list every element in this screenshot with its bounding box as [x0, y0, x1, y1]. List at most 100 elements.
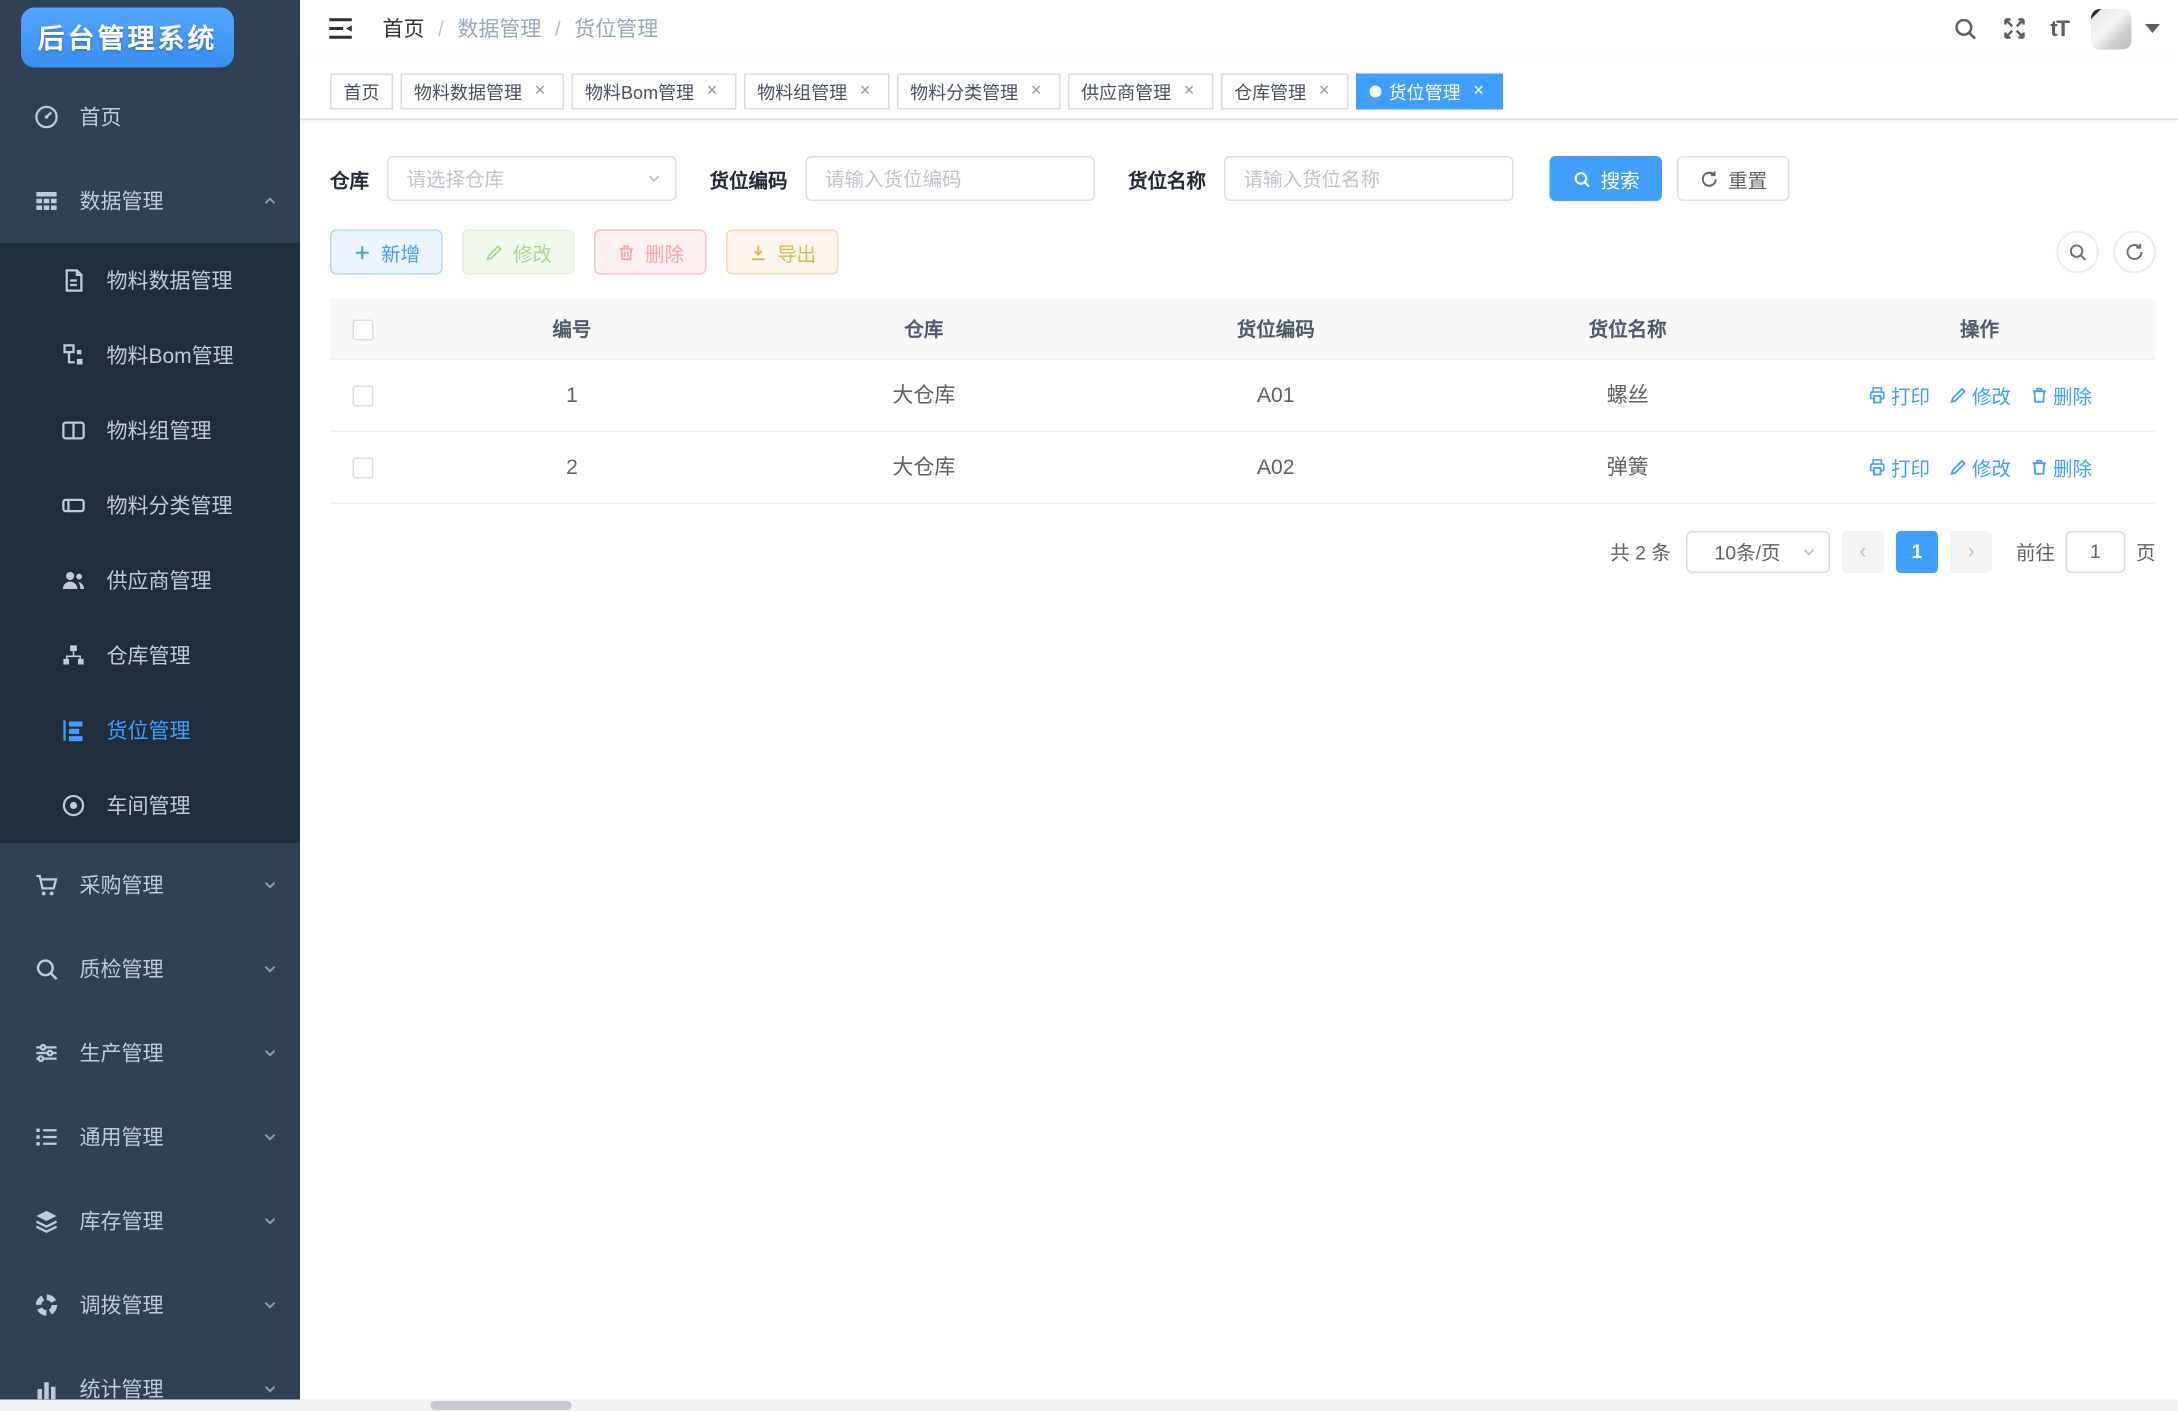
cart-icon [33, 872, 60, 899]
data-table: 编号 仓库 货位编码 货位名称 操作 1 大仓库 A01 螺丝 [330, 299, 2156, 504]
breadcrumb-data-management[interactable]: 数据管理 [457, 14, 541, 44]
cell-id: 1 [396, 359, 748, 431]
location-name-input[interactable] [1224, 156, 1514, 201]
tab-close-icon[interactable]: × [1179, 81, 1200, 102]
print-link-label: 打印 [1891, 452, 1930, 481]
toggle-search-button[interactable] [2057, 231, 2099, 273]
tab-close-icon[interactable]: × [1314, 81, 1335, 102]
tab-material-data[interactable]: 物料数据管理 × [401, 74, 565, 110]
sidebar-item-label: 库存管理 [80, 1206, 262, 1236]
caret-down-icon[interactable] [2145, 24, 2160, 33]
select-all-checkbox[interactable] [353, 319, 374, 340]
add-button[interactable]: 新增 [330, 230, 443, 275]
sidebar-item-material-data[interactable]: 物料数据管理 [0, 243, 300, 318]
next-page-button[interactable]: › [1950, 530, 1992, 572]
chevron-down-icon [261, 876, 279, 894]
chevron-down-icon [261, 1212, 279, 1230]
sidebar-item-material-group[interactable]: 物料组管理 [0, 393, 300, 468]
grid-icon [33, 188, 60, 215]
delete-button[interactable]: 删除 [594, 230, 707, 275]
tab-material-group[interactable]: 物料组管理 × [744, 74, 890, 110]
bom-tree-icon [60, 342, 87, 369]
page-unit-label: 页 [2136, 537, 2156, 566]
toolbar-right [2057, 231, 2156, 273]
warehouse-label: 仓库 [330, 164, 369, 193]
user-avatar[interactable] [2091, 8, 2132, 49]
sidebar-item-material-bom[interactable]: 物料Bom管理 [0, 318, 300, 393]
sidebar-item-label: 货位管理 [107, 716, 301, 746]
search-button[interactable]: 搜索 [1550, 156, 1663, 201]
circle-dot-icon [60, 792, 87, 819]
row-edit-link[interactable]: 修改 [1948, 380, 2011, 409]
tab-label: 仓库管理 [1234, 79, 1306, 105]
tab-label: 首页 [344, 79, 380, 105]
page-number-1[interactable]: 1 [1896, 530, 1938, 572]
sidebar-item-label: 供应商管理 [107, 566, 301, 596]
tab-material-category[interactable]: 物料分类管理 × [897, 74, 1061, 110]
sidebar-item-storage-location[interactable]: 货位管理 [0, 693, 300, 768]
tab-label: 供应商管理 [1081, 79, 1171, 105]
table-toolbar: 新增 修改 删除 导出 [330, 230, 2156, 275]
sidebar-item-workshop[interactable]: 车间管理 [0, 768, 300, 843]
app-window: 后台管理系统 首页 数据管理 物料数据管理 物料Bom管理 物料组管理 [0, 0, 2178, 1411]
print-link[interactable]: 打印 [1867, 452, 1930, 481]
prev-page-button[interactable]: ‹ [1842, 530, 1884, 572]
sidebar-item-home[interactable]: 首页 [0, 75, 300, 159]
cell-code: A02 [1100, 431, 1452, 503]
export-button[interactable]: 导出 [726, 230, 839, 275]
refresh-table-button[interactable] [2114, 231, 2156, 273]
tab-material-bom[interactable]: 物料Bom管理 × [572, 74, 737, 110]
add-button-label: 新增 [381, 238, 420, 267]
sidebar-item-warehouse[interactable]: 仓库管理 [0, 618, 300, 693]
row-edit-link[interactable]: 修改 [1948, 452, 2011, 481]
page-content: 仓库 货位编码 货位名称 搜索 重 [300, 120, 2178, 1411]
tab-close-icon[interactable]: × [702, 81, 723, 102]
tab-storage-location[interactable]: 货位管理 × [1356, 74, 1503, 110]
location-code-input[interactable] [806, 156, 1096, 201]
row-edit-label: 修改 [1972, 452, 2011, 481]
location-code-label: 货位编码 [710, 164, 788, 193]
tab-close-icon[interactable]: × [1468, 81, 1489, 102]
page-size-select[interactable]: 10条/页 [1686, 530, 1830, 572]
layers-icon [33, 1208, 60, 1235]
tab-close-icon[interactable]: × [530, 81, 551, 102]
menu-fold-icon[interactable] [326, 14, 356, 44]
font-size-icon[interactable]: tT [2050, 16, 2068, 42]
delete-button-label: 删除 [645, 238, 684, 267]
row-checkbox[interactable] [353, 458, 374, 479]
sidebar-item-transfer[interactable]: 调拨管理 [0, 1263, 300, 1347]
sidebar-item-inventory[interactable]: 库存管理 [0, 1179, 300, 1263]
column-header-id: 编号 [396, 299, 748, 359]
edit-button[interactable]: 修改 [462, 230, 575, 275]
users-icon [60, 567, 87, 594]
breadcrumb-home[interactable]: 首页 [383, 14, 425, 44]
warehouse-select[interactable] [387, 156, 677, 201]
tab-close-icon[interactable]: × [855, 81, 876, 102]
header-search-icon[interactable] [1951, 15, 1978, 42]
sidebar-item-production[interactable]: 生产管理 [0, 1011, 300, 1095]
scrollbar-thumb[interactable] [431, 1401, 572, 1410]
sidebar-item-purchase[interactable]: 采购管理 [0, 843, 300, 927]
card-icon [60, 492, 87, 519]
sidebar-item-material-category[interactable]: 物料分类管理 [0, 468, 300, 543]
reset-button[interactable]: 重置 [1677, 156, 1790, 201]
table-row: 1 大仓库 A01 螺丝 打印 [330, 359, 2156, 431]
tab-home[interactable]: 首页 [330, 74, 393, 110]
tab-warehouse[interactable]: 仓库管理 × [1221, 74, 1349, 110]
goto-page-input[interactable] [2065, 530, 2125, 572]
chevron-down-icon [261, 1128, 279, 1146]
sidebar-item-general[interactable]: 通用管理 [0, 1095, 300, 1179]
pencil-icon [1948, 457, 1968, 477]
dashboard-icon [33, 104, 60, 131]
tab-supplier[interactable]: 供应商管理 × [1068, 74, 1214, 110]
print-link[interactable]: 打印 [1867, 380, 1930, 409]
sidebar-item-supplier[interactable]: 供应商管理 [0, 543, 300, 618]
tab-close-icon[interactable]: × [1026, 81, 1047, 102]
sidebar-item-label: 车间管理 [107, 791, 301, 821]
row-checkbox[interactable] [353, 386, 374, 407]
row-delete-link[interactable]: 删除 [2029, 452, 2092, 481]
fullscreen-icon[interactable] [2001, 15, 2028, 42]
row-delete-link[interactable]: 删除 [2029, 380, 2092, 409]
sidebar-item-quality[interactable]: 质检管理 [0, 927, 300, 1011]
sidebar-item-data-management[interactable]: 数据管理 [0, 159, 300, 243]
